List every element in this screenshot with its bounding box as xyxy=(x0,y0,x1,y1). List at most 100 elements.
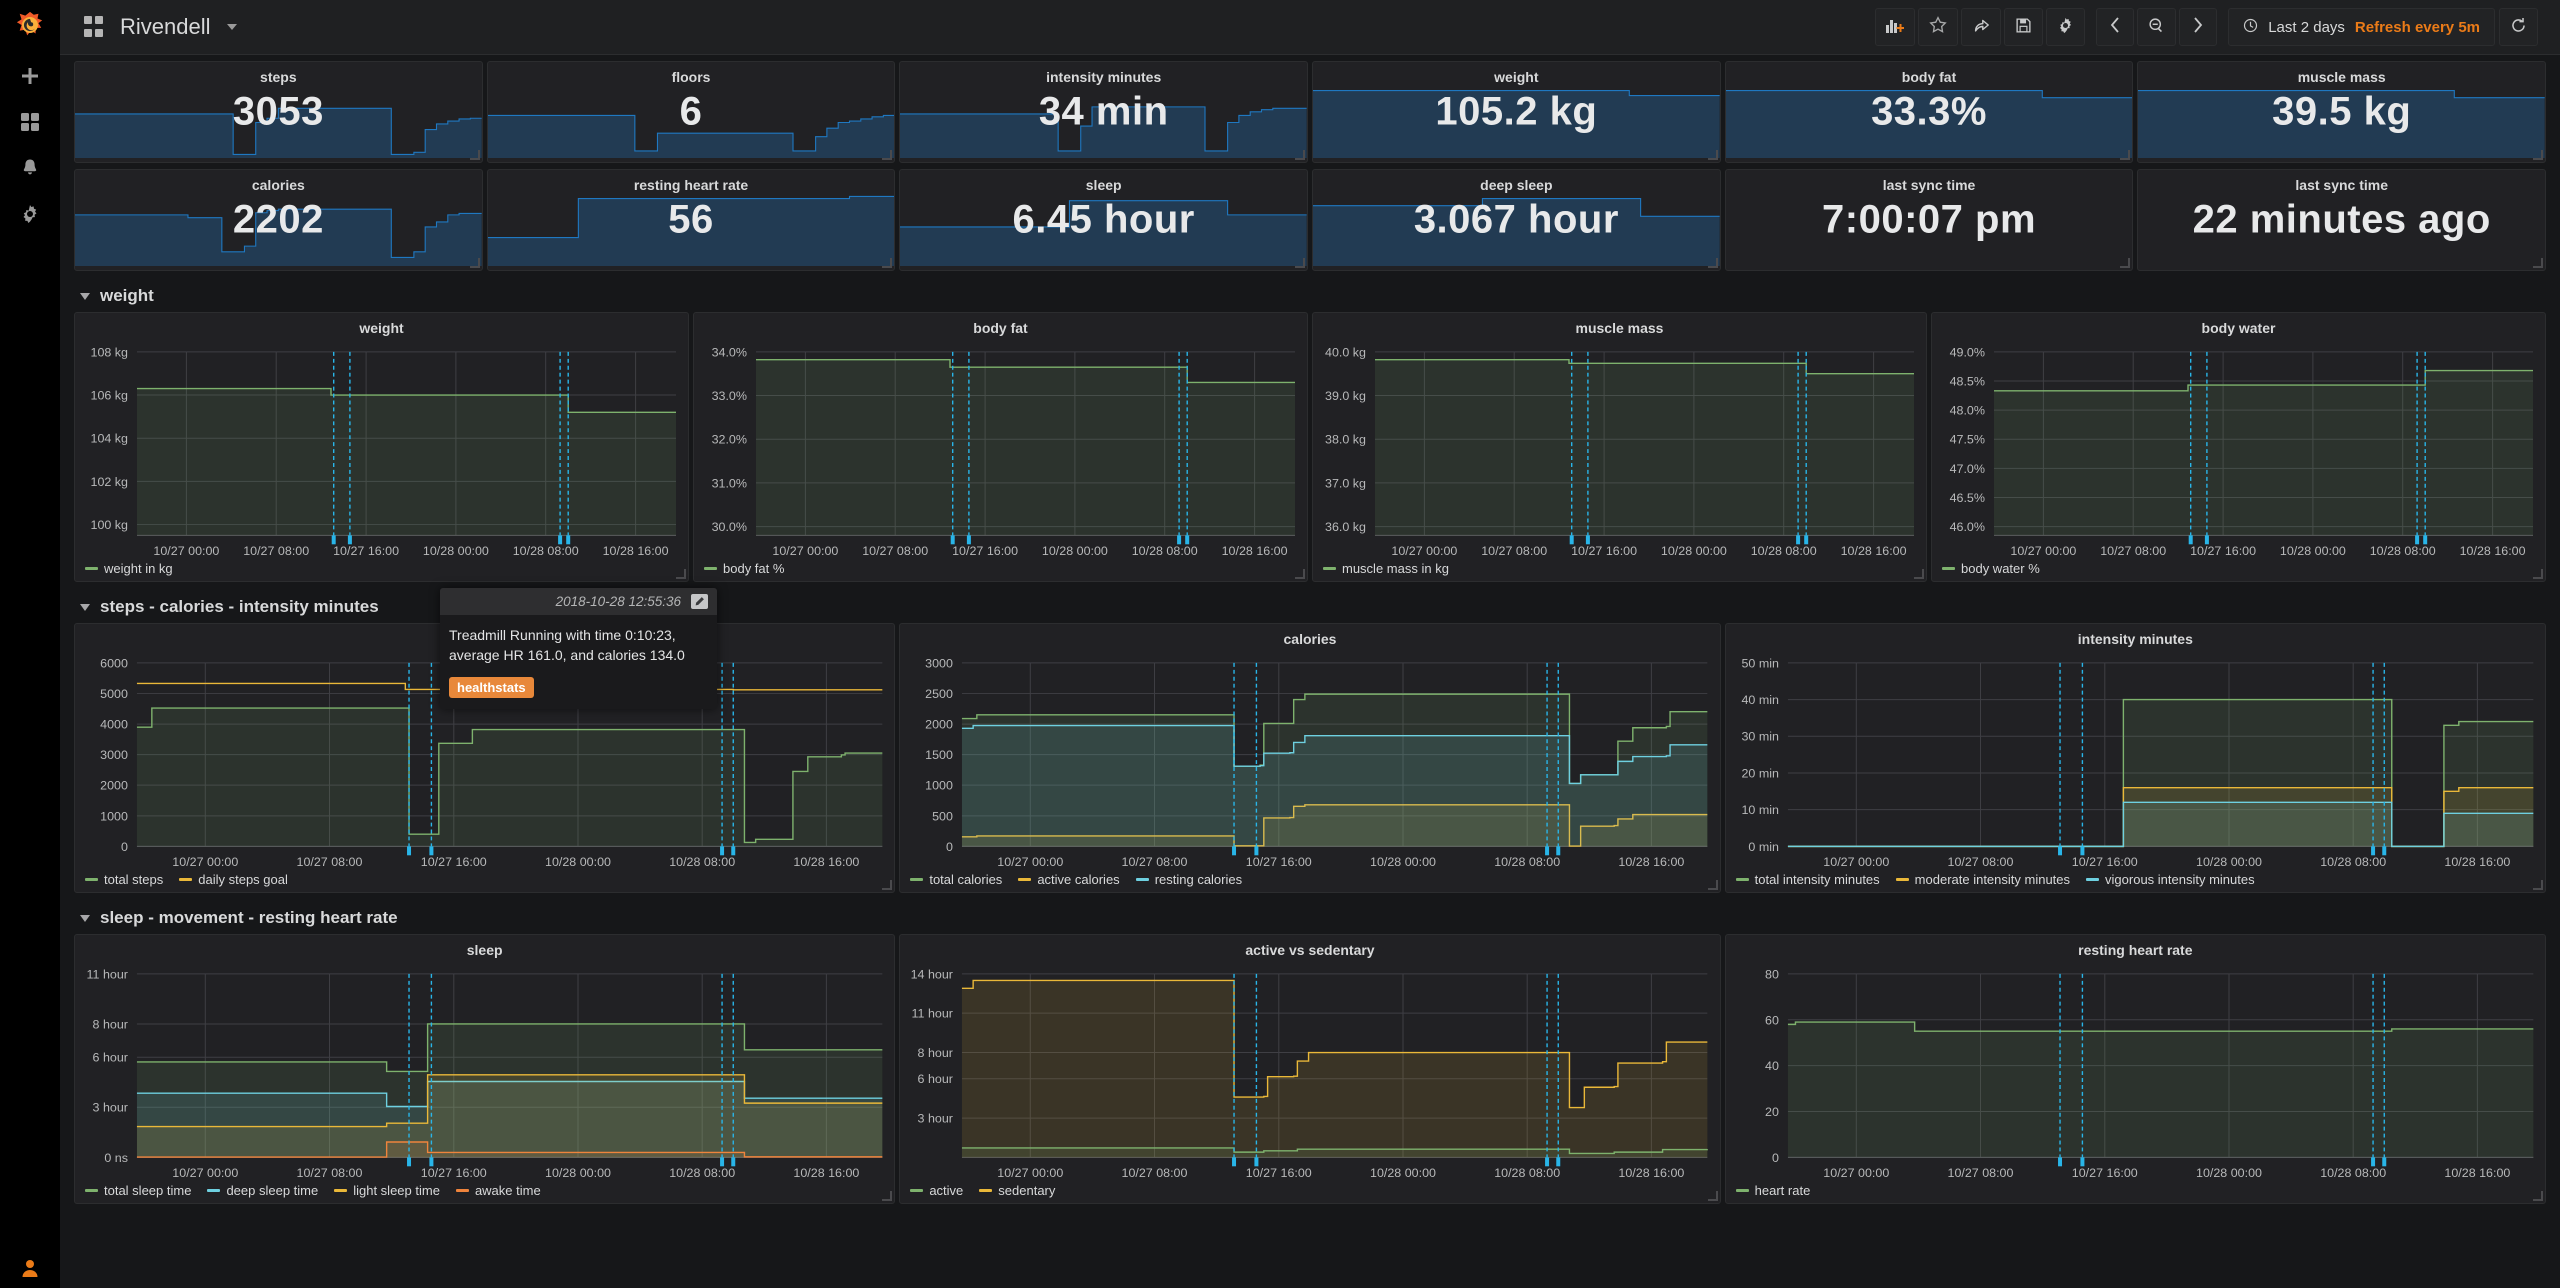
panel-resize-handle[interactable] xyxy=(882,880,893,891)
panel-resize-handle[interactable] xyxy=(882,1191,893,1202)
stat-panel[interactable]: calories 2202 xyxy=(74,169,483,271)
graph-plot-area[interactable]: 0 ns 3 hour 6 hour 8 hour 11 hour 10/27 00:00… xyxy=(75,960,894,1203)
graph-plot-area[interactable]: 36.0 kg 37.0 kg 38.0 kg 39.0 kg 40.0 kg 10/27… xyxy=(1313,338,1926,581)
sidebar-item-dashboards[interactable] xyxy=(0,101,60,147)
graph-plot-area[interactable]: 0 min 10 min 20 min 30 min 40 min 50 min 10/27… xyxy=(1726,649,2545,892)
svg-text:10/28 08:00: 10/28 08:00 xyxy=(2320,855,2386,869)
svg-text:1500: 1500 xyxy=(926,748,954,762)
panel-action-group xyxy=(1875,8,2086,46)
pencil-icon[interactable] xyxy=(691,594,708,609)
stat-panel[interactable]: last sync time 7:00:07 pm xyxy=(1724,169,2134,271)
legend-item[interactable]: active calories xyxy=(1018,872,1120,887)
save-dashboard-button[interactable] xyxy=(2004,8,2044,46)
sidebar-item-configuration[interactable] xyxy=(0,193,60,239)
panel-resize-handle[interactable] xyxy=(1707,258,1719,269)
zoom-out-time-button[interactable] xyxy=(2137,8,2177,46)
panel-resize-handle[interactable] xyxy=(2532,880,2544,891)
graph-panel[interactable]: resting heart rate 0 20 40 60 80 10/27 00:00 1… xyxy=(1724,934,2546,1204)
legend-item[interactable]: light sleep time xyxy=(334,1183,440,1198)
refresh-dashboard-button[interactable] xyxy=(2499,8,2538,46)
panel-resize-handle[interactable] xyxy=(882,150,893,161)
mark-favorite-button[interactable] xyxy=(1918,8,1959,46)
stat-panel[interactable]: steps 3053 xyxy=(74,61,483,163)
row-title: steps - calories - intensity minutes xyxy=(100,597,379,616)
stat-panel[interactable]: intensity minutes 34 min xyxy=(899,61,1309,163)
svg-text:10/28 16:00: 10/28 16:00 xyxy=(2460,544,2526,558)
graph-panel[interactable]: muscle mass 36.0 kg 37.0 kg 38.0 kg 39.0 kg… xyxy=(1312,312,1927,582)
chevron-down-icon[interactable] xyxy=(226,24,237,30)
graph-panel[interactable]: body water 46.0% 46.5% 47.0% 47.5% 48.0% 48.5… xyxy=(1931,312,2546,582)
grafana-logo-link[interactable] xyxy=(0,0,60,55)
panel-resize-handle[interactable] xyxy=(1295,258,1306,269)
legend-item[interactable]: sedentary xyxy=(979,1183,1055,1198)
stat-panel[interactable]: body fat 33.3% xyxy=(1724,61,2134,163)
panel-resize-handle[interactable] xyxy=(2532,1191,2544,1202)
graph-plot-area[interactable]: 3 hour 6 hour 8 hour 11 hour 14 hour 10/27 00… xyxy=(900,960,1719,1203)
sidebar-item-alerting[interactable] xyxy=(0,147,60,193)
stat-panel[interactable]: resting heart rate 56 xyxy=(486,169,896,271)
legend-item[interactable]: total calories xyxy=(910,872,1002,887)
legend-item[interactable]: vigorous intensity minutes xyxy=(2086,872,2255,887)
graph-panel[interactable]: weight 100 kg 102 kg 104 kg 106 kg 108 kg 10/… xyxy=(74,312,689,582)
legend-item[interactable]: muscle mass in kg xyxy=(1323,561,1449,576)
legend-item[interactable]: deep sleep time xyxy=(207,1183,318,1198)
legend-item[interactable]: total sleep time xyxy=(85,1183,191,1198)
panel-resize-handle[interactable] xyxy=(2533,150,2544,161)
graph-plot-area[interactable]: 46.0% 46.5% 47.0% 47.5% 48.0% 48.5% 49.0% 10/27… xyxy=(1932,338,2545,581)
graph-panel[interactable]: active vs sedentary 3 hour 6 hour 8 hour 11… xyxy=(899,934,1721,1204)
legend-item[interactable]: moderate intensity minutes xyxy=(1895,872,2070,887)
legend-item[interactable]: active xyxy=(910,1183,963,1198)
dashboard-title-group[interactable]: Rivendell xyxy=(60,14,237,40)
share-dashboard-button[interactable] xyxy=(1961,8,2002,46)
add-panel-button[interactable] xyxy=(1875,8,1916,46)
legend-label: total calories xyxy=(929,872,1003,887)
panel-resize-handle[interactable] xyxy=(1295,569,1306,580)
panel-resize-handle[interactable] xyxy=(1707,880,1719,891)
panel-resize-handle[interactable] xyxy=(2120,150,2131,161)
time-picker-button[interactable]: Last 2 days Refresh every 5m xyxy=(2228,8,2495,46)
legend-item[interactable]: body fat % xyxy=(704,561,784,576)
dashboard-grid-icon xyxy=(84,16,106,38)
panel-resize-handle[interactable] xyxy=(2533,569,2544,580)
annotation-tag[interactable]: healthstats xyxy=(449,676,534,698)
stat-panel[interactable]: floors 6 xyxy=(486,61,896,163)
panel-resize-handle[interactable] xyxy=(469,150,481,161)
sidebar-item-create-add[interactable] xyxy=(0,55,60,101)
time-shift-back-button[interactable] xyxy=(2096,8,2135,46)
panel-resize-handle[interactable] xyxy=(2120,258,2131,269)
panel-resize-handle[interactable] xyxy=(2533,258,2544,269)
legend-item[interactable]: awake time xyxy=(455,1183,541,1198)
graph-panel[interactable]: sleep 0 ns 3 hour 6 hour 8 hour 11 hour 10/27… xyxy=(74,934,896,1204)
graph-plot-area[interactable]: 30.0% 31.0% 32.0% 33.0% 34.0% 10/27 00:00 10/2… xyxy=(694,338,1307,581)
panel-resize-handle[interactable] xyxy=(1707,1191,1719,1202)
graph-panel[interactable]: intensity minutes 0 min 10 min 20 min 30 mi… xyxy=(1724,623,2546,893)
panel-resize-handle[interactable] xyxy=(1914,569,1925,580)
panel-resize-handle[interactable] xyxy=(1295,150,1306,161)
dashboard-row-weight[interactable]: weight xyxy=(74,280,2546,312)
panel-resize-handle[interactable] xyxy=(1707,150,1719,161)
graph-panel[interactable]: calories 0 500 1000 1500 2000 2500 3000 10/27 0… xyxy=(899,623,1721,893)
time-shift-forward-button[interactable] xyxy=(2179,8,2218,46)
graph-plot-area[interactable]: 100 kg 102 kg 104 kg 106 kg 108 kg 10/27 00:0… xyxy=(75,338,688,581)
panel-resize-handle[interactable] xyxy=(882,258,893,269)
legend-item[interactable]: heart rate xyxy=(1735,1183,1810,1198)
legend-item[interactable]: total steps xyxy=(85,872,163,887)
legend-item[interactable]: total intensity minutes xyxy=(1735,872,1880,887)
legend-item[interactable]: weight in kg xyxy=(85,561,173,576)
panel-resize-handle[interactable] xyxy=(469,258,481,269)
stat-panel[interactable]: sleep 6.45 hour xyxy=(899,169,1309,271)
graph-plot-area[interactable]: 0 20 40 60 80 10/27 00:00 10/27 08:00 10/27 16:… xyxy=(1726,960,2545,1203)
stat-panel[interactable]: deep sleep 3.067 hour xyxy=(1312,169,1721,271)
stat-panel[interactable]: last sync time 22 minutes ago xyxy=(2137,169,2547,271)
legend-item[interactable]: daily steps goal xyxy=(179,872,288,887)
graph-plot-area[interactable]: 0 500 1000 1500 2000 2500 3000 10/27 00:00 10/27… xyxy=(900,649,1719,892)
graph-panel[interactable]: body fat 30.0% 31.0% 32.0% 33.0% 34.0% 10/27 … xyxy=(693,312,1308,582)
legend-item[interactable]: body water % xyxy=(1942,561,2040,576)
dashboard-row-sleep[interactable]: sleep - movement - resting heart rate xyxy=(74,902,2546,934)
legend-item[interactable]: resting calories xyxy=(1135,872,1242,887)
stat-panel[interactable]: muscle mass 39.5 kg xyxy=(2137,61,2547,163)
user-profile-menu[interactable] xyxy=(0,1252,60,1288)
dashboard-settings-button[interactable] xyxy=(2046,8,2086,46)
panel-resize-handle[interactable] xyxy=(676,569,687,580)
stat-panel[interactable]: weight 105.2 kg xyxy=(1312,61,1721,163)
